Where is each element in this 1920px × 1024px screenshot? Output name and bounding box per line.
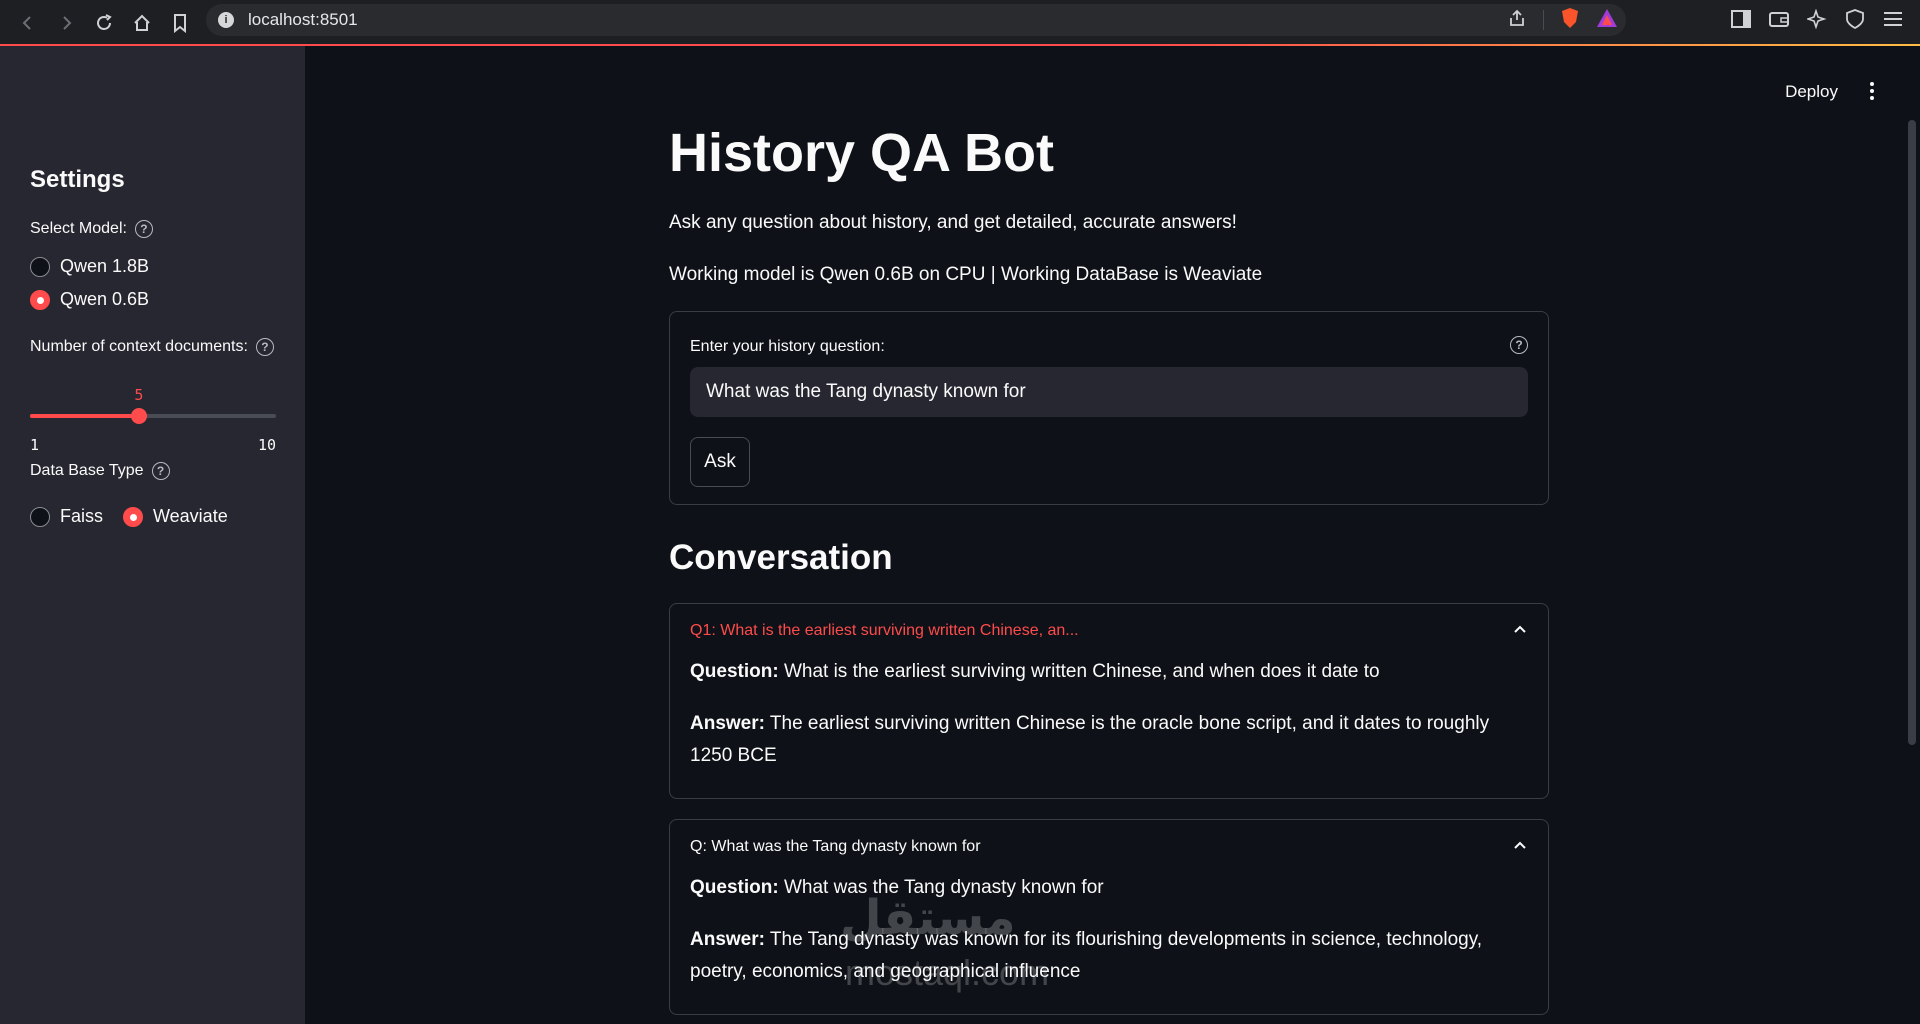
db-label-row: Data Base Type ? [30, 462, 170, 480]
sidebar-title: Settings [30, 166, 125, 193]
sidebar: Settings Select Model: ? Qwen 1.8B Qwen … [0, 46, 305, 1024]
model-label: Select Model: [30, 220, 127, 237]
brave-rewards-icon[interactable] [1596, 8, 1618, 33]
help-icon[interactable]: ? [134, 220, 153, 238]
chevron-up-icon[interactable] [1514, 624, 1526, 636]
slider-value: 5 [134, 386, 144, 404]
slider-max: 10 [257, 436, 276, 454]
ask-button[interactable]: Ask [690, 437, 750, 487]
docs-label-row: Number of context documents: ? [30, 338, 274, 356]
bookmark-icon[interactable] [166, 9, 194, 37]
forward-icon[interactable] [52, 9, 80, 37]
question-label: Question: [690, 661, 779, 682]
wallet-icon[interactable] [1766, 6, 1792, 32]
radio-label: Weaviate [153, 506, 228, 526]
radio-circle-selected[interactable] [123, 506, 143, 527]
answer-text: The Tang dynasty was known for its flour… [690, 929, 1483, 982]
back-icon[interactable] [14, 9, 42, 37]
radio-circle[interactable] [30, 256, 50, 277]
deploy-button[interactable]: Deploy [1785, 82, 1838, 102]
sidebar-toggle-icon[interactable] [1728, 6, 1754, 32]
radio-db-faiss[interactable]: Faiss [30, 506, 103, 527]
more-options-icon[interactable] [1866, 80, 1878, 102]
entry-header[interactable]: Q: What was the Tang dynasty known for [690, 838, 981, 856]
divider [1543, 10, 1544, 30]
leo-ai-icon[interactable] [1804, 6, 1830, 32]
address-bar[interactable]: i localhost:8501 [206, 4, 1626, 36]
model-label-row: Select Model: ? [30, 220, 153, 238]
watermark-logo: مستقل [840, 892, 1016, 945]
browser-tools [1728, 6, 1906, 32]
help-icon[interactable]: ? [255, 338, 274, 356]
conversation-title: Conversation [669, 538, 893, 577]
db-label: Data Base Type [30, 462, 144, 479]
question-line: Question: What is the earliest surviving… [690, 656, 1530, 688]
browser-nav [0, 9, 194, 37]
main-area: Deploy History QA Bot Ask any question a… [305, 46, 1920, 1024]
answer-label: Answer: [690, 713, 765, 734]
entry-header[interactable]: Q1: What is the earliest surviving writt… [690, 622, 1079, 640]
answer-text: The earliest surviving written Chinese i… [690, 713, 1490, 766]
answer-label: Answer: [690, 929, 765, 950]
radio-label: Qwen 0.6B [60, 289, 150, 309]
share-icon[interactable] [1507, 8, 1527, 33]
brave-shield-icon[interactable] [1560, 7, 1580, 34]
page-title: History QA Bot [669, 123, 1055, 183]
radio-label: Faiss [60, 506, 104, 526]
answer-line: Answer: The earliest surviving written C… [690, 708, 1530, 772]
slider-min: 1 [30, 436, 40, 454]
radio-db-weaviate[interactable]: Weaviate [123, 506, 228, 527]
chevron-up-icon[interactable] [1514, 840, 1526, 852]
radio-circle-selected[interactable] [30, 289, 50, 310]
radio-circle[interactable] [30, 506, 50, 527]
vpn-shield-icon[interactable] [1842, 6, 1868, 32]
site-info-icon[interactable]: i [218, 12, 234, 28]
radio-label: Qwen 1.8B [60, 256, 150, 276]
home-icon[interactable] [128, 9, 156, 37]
url-text: localhost:8501 [248, 10, 358, 29]
docs-label: Number of context documents: [30, 338, 248, 355]
question-label: Enter your history question: [690, 338, 885, 355]
scrollbar[interactable] [1908, 120, 1916, 745]
menu-icon[interactable] [1880, 6, 1906, 32]
slider-thumb[interactable] [131, 408, 148, 424]
watermark-text: mostaql.com [845, 952, 1050, 993]
question-input[interactable] [690, 367, 1528, 417]
question-line: Question: What was the Tang dynasty know… [690, 872, 1530, 904]
browser-toolbar: i localhost:8501 [0, 0, 1920, 46]
reload-icon[interactable] [90, 9, 118, 37]
radio-model-qwen-1-8b[interactable]: Qwen 1.8B [30, 256, 149, 277]
subtitle: Ask any question about history, and get … [669, 212, 1237, 233]
help-icon[interactable]: ? [1510, 336, 1528, 354]
question-form: Enter your history question: ? Ask [669, 311, 1549, 505]
help-icon[interactable]: ? [151, 462, 170, 480]
conversation-entry: Q: What was the Tang dynasty known for Q… [669, 819, 1549, 1015]
conversation-entry: Q1: What is the earliest surviving writt… [669, 603, 1549, 799]
question-text: What is the earliest surviving written C… [783, 661, 1380, 682]
radio-model-qwen-0-6b[interactable]: Qwen 0.6B [30, 289, 149, 310]
question-label: Question: [690, 877, 779, 898]
slider-fill [30, 414, 140, 418]
answer-line: Answer: The Tang dynasty was known for i… [690, 924, 1530, 988]
status-text: Working model is Qwen 0.6B on CPU | Work… [669, 264, 1263, 285]
context-docs-slider[interactable]: 5 1 10 [30, 386, 276, 454]
